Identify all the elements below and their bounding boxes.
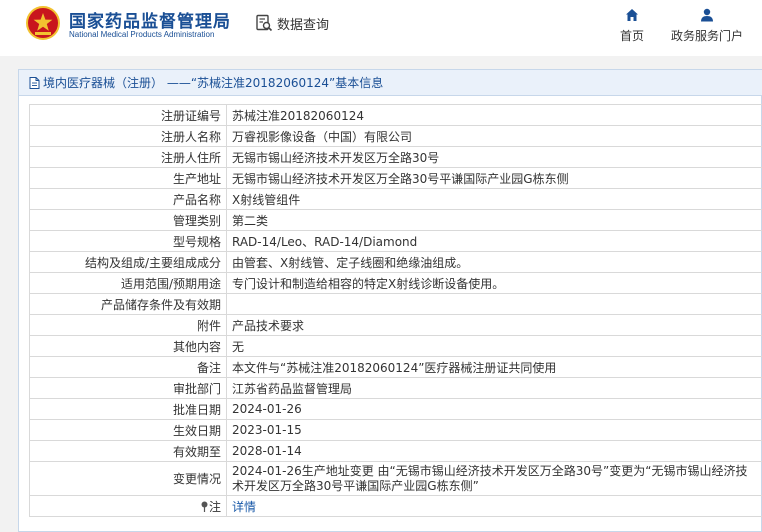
- nav-home[interactable]: 首页: [612, 8, 652, 44]
- detail-panel: 境内医疗器械（注册） ——“苏械注准20182060124”基本信息 注册证编号…: [18, 69, 762, 532]
- row-value-note: 详情: [226, 495, 762, 517]
- row-key: 型号规格: [29, 230, 227, 252]
- row-key-note: 注: [29, 495, 227, 517]
- table-row: 产品储存条件及有效期: [29, 293, 762, 315]
- row-value: 第二类: [226, 209, 762, 231]
- row-value: 2024-01-26生产地址变更 由“无锡市锡山经济技术开发区万全路30号”变更…: [226, 461, 762, 496]
- row-value: 万睿视影像设备（中国）有限公司: [226, 125, 762, 147]
- row-value: 无锡市锡山经济技术开发区万全路30号平谦国际产业园G栋东侧: [226, 167, 762, 189]
- site-title-en: National Medical Products Administration: [69, 30, 215, 39]
- table-row: 管理类别 第二类: [29, 209, 762, 231]
- row-key: 结构及组成/主要组成成分: [29, 251, 227, 273]
- row-value: 专门设计和制造给相容的特定X射线诊断设备使用。: [226, 272, 762, 294]
- row-value: 2024-01-26: [226, 398, 762, 420]
- row-key: 备注: [29, 356, 227, 378]
- row-value: [226, 293, 762, 315]
- data-query-link[interactable]: 数据查询: [255, 12, 329, 34]
- row-value: RAD-14/Leo、RAD-14/Diamond: [226, 230, 762, 252]
- row-key: 注册证编号: [29, 104, 227, 126]
- table-row: 适用范围/预期用途 专门设计和制造给相容的特定X射线诊断设备使用。: [29, 272, 762, 294]
- row-key: 变更情况: [29, 461, 227, 496]
- row-key: 批准日期: [29, 398, 227, 420]
- user-icon: [701, 8, 713, 22]
- row-key: 注册人名称: [29, 125, 227, 147]
- row-key: 审批部门: [29, 377, 227, 399]
- home-icon: [626, 9, 638, 21]
- site-header: 国家药品监督管理局 National Medical Products Admi…: [0, 0, 762, 56]
- table-row: 备注 本文件与“苏械注准20182060124”医疗器械注册证共同使用: [29, 356, 762, 378]
- table-row: 生产地址 无锡市锡山经济技术开发区万全路30号平谦国际产业园G栋东侧: [29, 167, 762, 189]
- document-icon: [29, 76, 40, 89]
- row-key: 注册人住所: [29, 146, 227, 168]
- document-search-icon: [256, 14, 273, 32]
- table-row: 型号规格 RAD-14/Leo、RAD-14/Diamond: [29, 230, 762, 252]
- panel-title: 境内医疗器械（注册） ——“苏械注准20182060124”基本信息: [43, 76, 384, 90]
- table-row: 注册人名称 万睿视影像设备（中国）有限公司: [29, 125, 762, 147]
- row-key: 有效期至: [29, 440, 227, 462]
- info-table: 注册证编号 苏械注准20182060124 注册人名称 万睿视影像设备（中国）有限公司…: [29, 104, 762, 517]
- row-value: 本文件与“苏械注准20182060124”医疗器械注册证共同使用: [226, 356, 762, 378]
- row-value: 苏械注准20182060124: [226, 104, 762, 126]
- row-value: 由管套、X射线管、定子线圈和绝缘油组成。: [226, 251, 762, 273]
- site-title-cn: 国家药品监督管理局: [69, 12, 231, 32]
- panel-title-bar: 境内医疗器械（注册） ——“苏械注准20182060124”基本信息: [19, 70, 762, 96]
- row-value: 无: [226, 335, 762, 357]
- row-value: 无锡市锡山经济技术开发区万全路30号: [226, 146, 762, 168]
- table-row: 注册证编号 苏械注准20182060124: [29, 104, 762, 126]
- pin-icon: [201, 501, 208, 512]
- row-key: 产品储存条件及有效期: [29, 293, 227, 315]
- table-row: 有效期至 2028-01-14: [29, 440, 762, 462]
- row-value: 2028-01-14: [226, 440, 762, 462]
- table-row: 结构及组成/主要组成成分 由管套、X射线管、定子线圈和绝缘油组成。: [29, 251, 762, 273]
- row-key: 管理类别: [29, 209, 227, 231]
- nav-home-label: 首页: [619, 29, 644, 43]
- row-key: 其他内容: [29, 335, 227, 357]
- table-row: 产品名称 X射线管组件: [29, 188, 762, 210]
- table-row: 审批部门 江苏省药品监督管理局: [29, 377, 762, 399]
- row-key: 生效日期: [29, 419, 227, 441]
- row-key: 附件: [29, 314, 227, 336]
- details-link[interactable]: 详情: [232, 500, 256, 514]
- table-row: 批准日期 2024-01-26: [29, 398, 762, 420]
- row-value: 江苏省药品监督管理局: [226, 377, 762, 399]
- row-value: 2023-01-15: [226, 419, 762, 441]
- nav-service-portal[interactable]: 政务服务门户: [666, 8, 748, 44]
- table-row-note: 注 详情: [29, 495, 762, 517]
- table-row: 变更情况 2024-01-26生产地址变更 由“无锡市锡山经济技术开发区万全路30…: [29, 461, 762, 496]
- national-emblem-icon: [26, 6, 60, 40]
- row-key: 适用范围/预期用途: [29, 272, 227, 294]
- table-row: 生效日期 2023-01-15: [29, 419, 762, 441]
- data-query-label: 数据查询: [277, 17, 330, 33]
- nav-service-portal-label: 政务服务门户: [670, 29, 743, 43]
- row-value: X射线管组件: [226, 188, 762, 210]
- row-key: 产品名称: [29, 188, 227, 210]
- table-row: 注册人住所 无锡市锡山经济技术开发区万全路30号: [29, 146, 762, 168]
- row-key: 生产地址: [29, 167, 227, 189]
- table-row: 附件 产品技术要求: [29, 314, 762, 336]
- row-value: 产品技术要求: [226, 314, 762, 336]
- table-row: 其他内容无: [29, 335, 762, 357]
